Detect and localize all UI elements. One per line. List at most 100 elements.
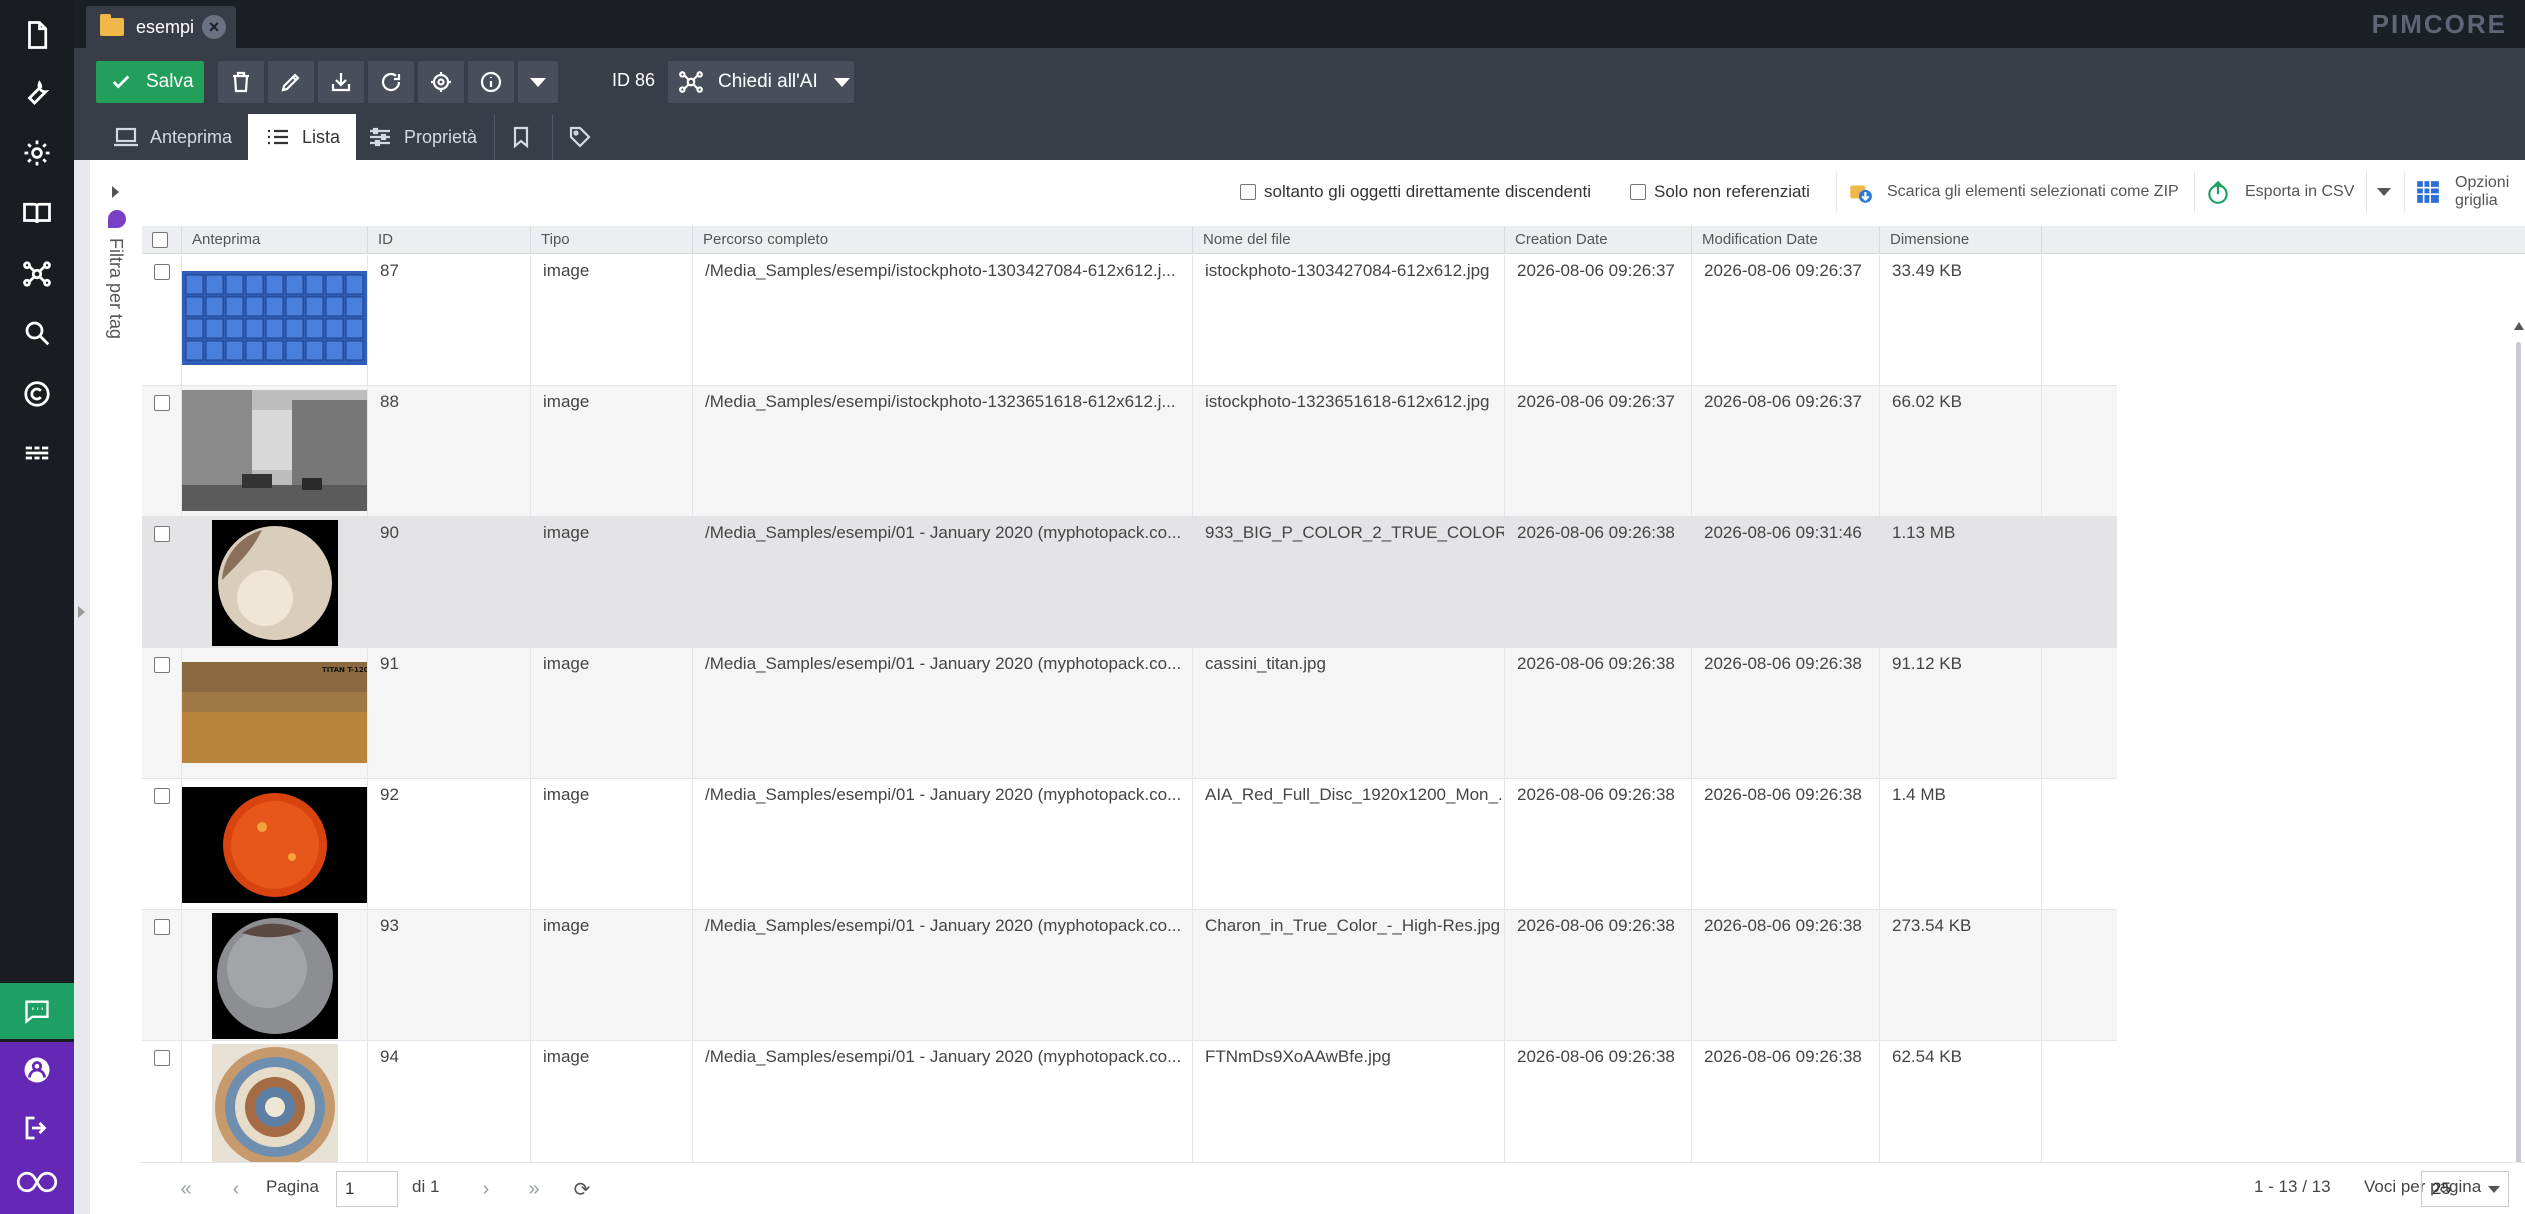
locate-button[interactable]	[418, 61, 464, 103]
ask-ai-button[interactable]: Chiedi all'AI	[668, 61, 854, 103]
tab-properties[interactable]: Proprietà	[350, 114, 493, 160]
close-icon[interactable]: ×	[202, 15, 226, 39]
only-unreferenced-option[interactable]: Solo non referenziati	[1630, 182, 1810, 202]
table-row[interactable]: 90 image/Media_Samples/esempi/01 - Januar…	[142, 517, 2117, 648]
row-select-cell	[142, 1041, 182, 1162]
wrench-icon[interactable]	[0, 65, 74, 121]
cell-type: image	[531, 255, 693, 386]
column-header[interactable]: Dimensione	[1880, 226, 2042, 254]
row-checkbox[interactable]	[154, 264, 170, 281]
cell-modified: 2026-08-06 09:26:38	[1692, 648, 1880, 779]
tab-tags[interactable]	[552, 114, 607, 160]
scroll-up-icon[interactable]	[2514, 322, 2524, 330]
column-header[interactable]: Tipo	[531, 226, 693, 254]
next-page-icon[interactable]: ›	[474, 1177, 498, 1201]
save-button[interactable]: Salva	[96, 61, 204, 103]
cell-created: 2026-08-06 09:26:38	[1505, 648, 1692, 779]
asset-thumbnail[interactable]	[182, 787, 367, 908]
cell-created: 2026-08-06 09:26:38	[1505, 779, 1692, 910]
only-direct-checkbox[interactable]	[1240, 184, 1256, 200]
grid-scrollbar[interactable]	[2513, 322, 2525, 1162]
chevron-down-icon	[833, 77, 850, 87]
chevron-right-icon[interactable]	[112, 186, 119, 198]
first-page-icon[interactable]: «	[174, 1177, 198, 1201]
table-row[interactable]: 93 image/Media_Samples/esempi/01 - Januar…	[142, 910, 2117, 1041]
tab-title: esempi	[136, 16, 195, 37]
asset-thumbnail[interactable]	[212, 520, 338, 648]
user-area	[0, 1042, 74, 1214]
select-all-checkbox[interactable]	[152, 232, 168, 249]
column-header[interactable]: Nome del file	[1193, 226, 1505, 254]
list-view: Filtra per tag soltanto gli oggetti dire…	[74, 160, 2525, 1214]
row-checkbox[interactable]	[154, 657, 170, 674]
tree-collapse-handle[interactable]	[74, 160, 90, 1214]
toolbar: Salva ID 86 Chiedi all'AI	[74, 48, 2525, 114]
asset-thumbnail[interactable]	[212, 913, 338, 1041]
tag-icon	[108, 210, 126, 228]
ai-hub-icon[interactable]	[0, 246, 74, 302]
tab-list[interactable]: Lista	[248, 114, 357, 160]
copyright-icon[interactable]	[0, 366, 74, 422]
file-icon[interactable]	[0, 7, 74, 63]
cell-path: /Media_Samples/esempi/01 - January 2020 …	[693, 779, 1193, 910]
tag-icon	[569, 126, 591, 148]
column-header[interactable]: Creation Date	[1505, 226, 1692, 254]
row-checkbox[interactable]	[154, 526, 170, 543]
refresh-icon[interactable]: ⟳	[570, 1177, 594, 1201]
asset-thumbnail[interactable]	[212, 1044, 338, 1162]
table-row[interactable]: 92 image/Media_Samples/esempi/01 - Januar…	[142, 779, 2117, 910]
table-row[interactable]: 88 image/Media_Samples/esempi/istockphoto…	[142, 386, 2117, 517]
delete-button[interactable]	[218, 61, 264, 103]
column-header[interactable]: Modification Date	[1692, 226, 1880, 254]
last-page-icon[interactable]: »	[522, 1177, 546, 1201]
row-checkbox[interactable]	[154, 395, 170, 412]
info-menu-button[interactable]	[518, 61, 558, 103]
tag-filter-panel[interactable]: Filtra per tag	[90, 160, 140, 1214]
reload-button[interactable]	[368, 61, 414, 103]
chat-button[interactable]	[0, 983, 74, 1039]
asset-thumbnail[interactable]	[182, 390, 367, 516]
check-icon	[112, 75, 130, 89]
search-icon[interactable]	[0, 305, 74, 361]
tab-esempi[interactable]: esempi ×	[86, 6, 236, 48]
logout-icon[interactable]	[0, 1100, 74, 1156]
cell-path: /Media_Samples/esempi/01 - January 2020 …	[693, 517, 1193, 648]
rename-button[interactable]	[268, 61, 314, 103]
column-header[interactable]: Percorso completo	[693, 226, 1193, 254]
cell-size: 1.4 MB	[1880, 779, 2042, 910]
table-row[interactable]: 87 image/Media_Samples/esempi/istockphoto…	[142, 255, 2117, 386]
info-button[interactable]	[468, 61, 514, 103]
user-icon[interactable]	[0, 1042, 74, 1098]
select-all-cell[interactable]	[142, 226, 182, 254]
row-checkbox[interactable]	[154, 788, 170, 805]
row-checkbox[interactable]	[154, 1050, 170, 1067]
only-unreferenced-checkbox[interactable]	[1630, 184, 1646, 200]
column-header[interactable]: Anteprima	[182, 226, 368, 254]
export-menu-button[interactable]	[2366, 172, 2400, 212]
list-icon	[268, 129, 288, 145]
gear-icon[interactable]	[0, 125, 74, 181]
filter-bar: soltanto gli oggetti direttamente discen…	[140, 172, 2525, 212]
asset-thumbnail[interactable]	[182, 271, 367, 370]
prev-page-icon[interactable]: ‹	[224, 1177, 248, 1201]
per-page-select[interactable]: 25	[2421, 1171, 2509, 1207]
only-direct-children-option[interactable]: soltanto gli oggetti direttamente discen…	[1240, 182, 1591, 202]
table-row[interactable]: 94 image/Media_Samples/esempi/01 - Januar…	[142, 1041, 2117, 1162]
view-tabs: Anteprima Lista Proprietà	[74, 114, 2525, 160]
tab-versions[interactable]	[494, 114, 547, 160]
column-header[interactable]: ID	[368, 226, 531, 254]
export-csv-button[interactable]: Esporta in CSV	[2194, 172, 2400, 212]
cell-filename: 933_BIG_P_COLOR_2_TRUE_COLOR...	[1193, 517, 1505, 648]
chevron-down-icon	[2376, 188, 2391, 196]
download-button[interactable]	[318, 61, 364, 103]
ecommerce-icon[interactable]	[0, 425, 74, 481]
book-icon[interactable]	[0, 185, 74, 241]
row-checkbox[interactable]	[154, 919, 170, 936]
table-row[interactable]: TITAN T-120 91 image/Media_Samples/esempi/…	[142, 648, 2117, 779]
scrollbar-thumb[interactable]	[2516, 342, 2521, 1162]
page-number-input[interactable]: 1	[336, 1171, 398, 1207]
asset-thumbnail[interactable]: TITAN T-120	[182, 662, 367, 768]
tab-preview[interactable]: Anteprima	[96, 114, 248, 160]
download-zip-button[interactable]: Scarica gli elementi selezionati come ZI…	[1836, 172, 2179, 212]
grid-options-button[interactable]: Opzioni griglia	[2404, 172, 2525, 212]
